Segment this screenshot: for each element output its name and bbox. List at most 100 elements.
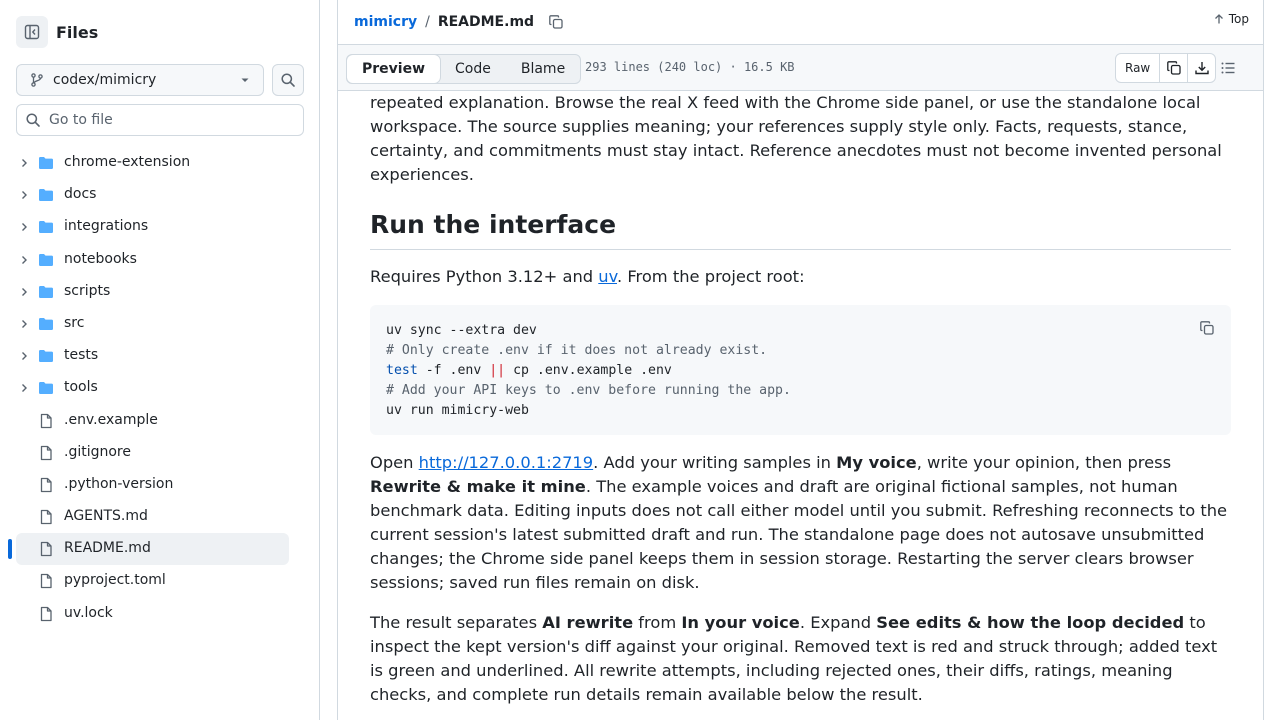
top-link-label: Top xyxy=(1228,12,1249,26)
file-icon xyxy=(38,477,54,497)
arrow-up-icon xyxy=(1214,14,1223,24)
caret-down-icon xyxy=(241,78,249,82)
download-button[interactable] xyxy=(1187,54,1215,82)
readme-paragraph: repeated explanation. Browse the real X … xyxy=(370,93,1222,184)
chevron-right-icon[interactable] xyxy=(18,254,30,270)
chevron-right-icon[interactable] xyxy=(18,157,30,173)
chevron-right-icon[interactable] xyxy=(18,382,30,398)
go-to-file-input[interactable] xyxy=(47,111,291,129)
list-unordered-icon xyxy=(1221,62,1235,74)
tab-code[interactable]: Code xyxy=(440,55,506,83)
section-heading: Run the interface xyxy=(370,210,1231,250)
tree-item-integrations[interactable]: integrations xyxy=(0,211,320,243)
file-tree: chrome-extension docs integrations notebook… xyxy=(0,147,320,630)
localhost-link[interactable]: http://127.0.0.1:2719 xyxy=(419,453,593,472)
outline-button[interactable] xyxy=(1220,60,1236,80)
folder-icon xyxy=(38,380,54,400)
tree-item-label: scripts xyxy=(64,282,111,299)
copy-icon xyxy=(1166,61,1181,75)
tree-item-readme-md[interactable]: README.md xyxy=(0,533,320,566)
code-line: uv sync --extra dev xyxy=(386,323,537,338)
file-icon xyxy=(38,541,54,561)
text-run: Open xyxy=(370,453,419,472)
chevron-right-icon[interactable] xyxy=(18,286,30,302)
tree-item-src[interactable]: src xyxy=(0,308,320,340)
copy-path-button[interactable] xyxy=(548,14,564,30)
copy-raw-button[interactable] xyxy=(1159,54,1187,82)
tree-item-label: docs xyxy=(64,186,97,203)
tree-item-label: notebooks xyxy=(64,250,137,267)
bold-text: Rewrite & make it mine xyxy=(370,477,586,496)
tree-item-tools[interactable]: tools xyxy=(0,372,320,404)
chevron-right-icon[interactable] xyxy=(18,189,30,205)
tree-item-label: uv.lock xyxy=(64,604,113,621)
tree-item-agents-md[interactable]: AGENTS.md xyxy=(0,501,320,533)
chevron-right-icon[interactable] xyxy=(18,350,30,366)
branch-name: codex/mimicry xyxy=(53,72,157,88)
branch-selector-button[interactable]: codex/mimicry xyxy=(16,64,264,96)
tree-item-label: .gitignore xyxy=(64,443,131,460)
tree-item-chrome-extension[interactable]: chrome-extension xyxy=(0,147,320,179)
git-branch-icon xyxy=(31,73,43,87)
code-comment: # Add your API keys to .env before runni… xyxy=(386,383,791,398)
tree-item-label: tools xyxy=(64,379,98,396)
chevron-right-icon[interactable] xyxy=(18,318,30,334)
tree-item-label: README.md xyxy=(64,540,151,557)
file-toolbar: Preview Code Blame 293 lines (240 loc) ·… xyxy=(338,44,1263,91)
tree-item-scripts[interactable]: scripts xyxy=(0,276,320,308)
text-run: . Add your writing samples in xyxy=(593,453,837,472)
tree-item-label: chrome-extension xyxy=(64,154,191,170)
text-run: from xyxy=(633,613,682,632)
tree-item-label: tests xyxy=(64,347,99,364)
tab-blame[interactable]: Blame xyxy=(506,55,580,83)
text-run: Requires Python 3.12+ and xyxy=(370,267,599,286)
bold-text: In your voice xyxy=(681,613,800,632)
file-icon xyxy=(38,413,54,433)
readme-paragraph: The result separates AI rewrite from In … xyxy=(370,611,1231,707)
raw-button[interactable]: Raw xyxy=(1116,54,1159,82)
chevron-right-icon[interactable] xyxy=(18,221,30,237)
go-to-file-field[interactable] xyxy=(16,104,304,136)
folder-icon xyxy=(38,348,54,368)
tree-item-docs[interactable]: docs xyxy=(0,179,320,211)
copy-code-button[interactable] xyxy=(1199,319,1215,343)
uv-link[interactable]: uv xyxy=(598,267,617,286)
breadcrumb-repo-link[interactable]: mimicry xyxy=(354,14,417,30)
tree-item-notebooks[interactable]: notebooks xyxy=(0,244,320,276)
bold-text: See edits & how the loop decided xyxy=(876,613,1185,632)
tree-item-label: .env.example xyxy=(64,411,158,428)
tree-item-env-example[interactable]: .env.example xyxy=(0,405,320,437)
tree-item-python-version[interactable]: .python-version xyxy=(0,469,320,501)
code-comment: # Only create .env if it does not alread… xyxy=(386,343,768,358)
code-block: uv sync --extra dev # Only create .env i… xyxy=(370,305,1231,435)
raw-actions-group: Raw xyxy=(1115,53,1217,83)
search-files-button[interactable] xyxy=(272,64,304,96)
copy-icon xyxy=(549,15,563,29)
code-text-run: cp .env.example .env xyxy=(505,363,672,378)
tree-item-tests[interactable]: tests xyxy=(0,340,320,372)
text-run: , write your opinion, then press xyxy=(916,453,1172,472)
tree-item-label: src xyxy=(64,314,85,331)
file-icon xyxy=(38,606,54,626)
tree-item-label: integrations xyxy=(64,218,149,235)
file-icon xyxy=(38,509,54,529)
tree-item-pyproject-toml[interactable]: pyproject.toml xyxy=(0,565,320,597)
sidebar-title: Files xyxy=(56,22,99,42)
tree-item-uv-lock[interactable]: uv.lock xyxy=(0,598,320,630)
sidebar-collapse-icon xyxy=(24,24,40,40)
collapse-sidebar-button[interactable] xyxy=(16,16,48,48)
selected-indicator xyxy=(8,539,12,560)
copy-icon xyxy=(1200,321,1214,335)
readme-paragraph: Requires Python 3.12+ and uv. From the p… xyxy=(370,265,805,289)
tree-item-label: AGENTS.md xyxy=(64,508,148,525)
top-link[interactable]: Top xyxy=(1213,12,1249,26)
text-run: The result separates xyxy=(370,613,543,632)
tree-item-gitignore[interactable]: .gitignore xyxy=(0,437,320,469)
tree-item-label: pyproject.toml xyxy=(64,572,166,589)
tab-preview[interactable]: Preview xyxy=(347,55,441,83)
search-icon xyxy=(26,113,40,127)
file-meta: 293 lines (240 loc) · 16.5 KB xyxy=(585,60,795,74)
code-text-run: -f .env xyxy=(417,363,490,378)
tree-item-label: .python-version xyxy=(64,475,174,492)
folder-icon xyxy=(38,187,54,207)
